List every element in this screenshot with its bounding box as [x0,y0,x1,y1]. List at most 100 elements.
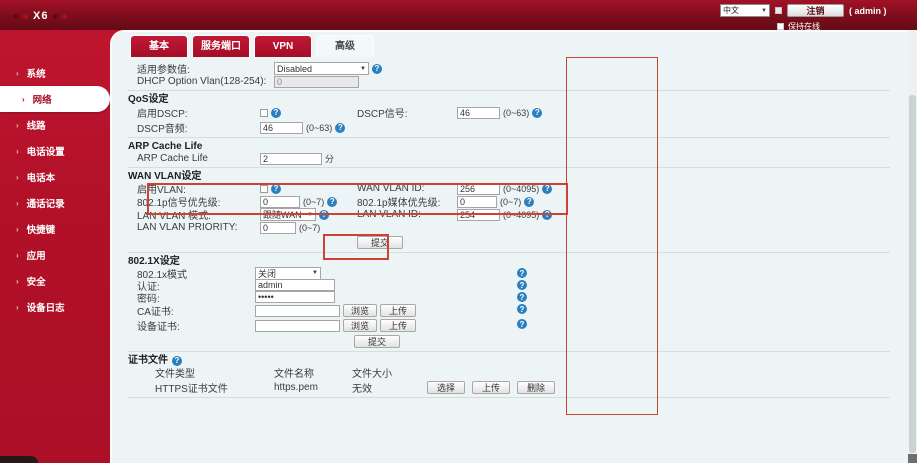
divider [128,137,890,138]
help-icon[interactable]: ? [271,183,281,194]
chevron-right-icon: › [16,68,19,78]
sidebar-item-function-key[interactable]: › 快捷键 [0,216,110,242]
enable-vlan-checkbox[interactable] [260,184,268,193]
help-icon[interactable]: ? [532,107,543,118]
sidebar-item-network[interactable]: › 网络 [0,86,110,112]
tab-advanced[interactable]: 高级 [316,35,374,57]
device-cert-input[interactable] [255,319,340,332]
wan-vlan-id-input[interactable]: 256 [457,182,500,195]
dot1x-submit-button[interactable]: 提交 [354,334,400,348]
topbar-controls: 中文 ▼ 注销 ( admin ) 保持在线 [720,4,905,32]
range-hint: (0~7) [303,196,325,207]
lan-vlan-mode-label: LAN VLAN 模式: [137,211,211,222]
vlan-submit-button[interactable]: 提交 [357,235,403,249]
dscp-audio-input[interactable]: 46 [260,121,303,134]
keep-online-checkbox[interactable] [777,23,784,30]
tab-vpn[interactable]: VPN [254,35,312,57]
sidebar-item-call-log[interactable]: › 通话记录 [0,190,110,216]
p-media-label: 802.1p媒体优先级: [357,198,441,209]
help-icon[interactable]: ? [319,209,329,220]
cert-file-name: https.pem [274,381,318,393]
p-media-input[interactable]: 0 [457,195,497,208]
password-input[interactable]: ••••• [255,291,335,303]
corner-shadow [0,456,38,463]
cert-delete-button[interactable]: 删除 [517,380,555,394]
help-icon[interactable]: ? [524,196,535,207]
lan-vlan-priority-input[interactable]: 0 [260,221,296,234]
device-cert-label: 设备证书: [137,322,180,333]
chevron-right-icon: › [16,250,19,260]
cert-table-header: 文件类型 文件名称 文件大小 [112,366,898,380]
help-icon[interactable]: ? [517,319,527,329]
range-hint: (0~63) [306,122,333,133]
help-icon[interactable]: ? [517,292,527,302]
ca-cert-label: CA证书: [137,307,174,318]
ca-upload-button[interactable]: 上传 [380,304,417,317]
chevron-down-icon: ▼ [312,270,318,276]
topbar-square-icon[interactable] [775,7,782,14]
sidebar-item-phone-settings[interactable]: › 电话设置 [0,138,110,164]
dhcp-option-input: 0 [274,75,359,88]
cert-file-size: 无效 [352,383,372,395]
scrollbar-corner [908,454,917,463]
sidebar-item-security[interactable]: › 安全 [0,268,110,294]
help-icon[interactable]: ? [271,107,281,118]
help-icon[interactable]: ? [517,268,527,278]
help-icon[interactable]: ? [542,183,553,194]
qos-section-title: QoS设定 [128,94,169,105]
enable-dscp-checkbox[interactable] [260,108,268,117]
dscp-audio-label: DSCP音频: [137,124,188,135]
chevron-down-icon: ▼ [307,211,313,218]
chevron-down-icon: ▼ [360,65,366,72]
page: X6 中文 ▼ 注销 ( admin ) 保持在线 › 系统 › 网络 › 线路… [0,0,917,463]
help-icon[interactable]: ? [327,196,338,207]
help-icon[interactable]: ? [372,63,382,74]
scrollbar-thumb[interactable] [909,95,916,453]
range-hint: (0~4095) [503,209,540,220]
logout-button[interactable]: 注销 [787,4,844,17]
tab-service-port[interactable]: 服务端口 [192,35,250,57]
ca-browse-button[interactable]: 浏览 [343,304,378,317]
param-label: 适用参数值: [137,65,190,76]
tab-basic[interactable]: 基本 [130,35,188,57]
sidebar-item-application[interactable]: › 应用 [0,242,110,268]
chevron-right-icon: › [16,302,19,312]
help-icon[interactable]: ? [542,209,553,220]
arp-label: ARP Cache Life [137,153,208,164]
chevron-down-icon: ▼ [761,7,767,14]
auth-input[interactable]: admin [255,279,335,291]
dscp-signal-input[interactable]: 46 [457,106,500,119]
logo-text: X6 [33,10,49,22]
ca-cert-input[interactable] [255,304,340,317]
device-cert-upload-button[interactable]: 上传 [380,319,417,332]
help-icon[interactable]: ? [517,304,527,314]
sidebar-item-line[interactable]: › 线路 [0,112,110,138]
arp-input[interactable]: 2 [260,152,322,165]
range-hint: (0~4095) [503,183,540,194]
p-signal-input[interactable]: 0 [260,195,300,208]
scrollbar [908,30,917,463]
language-select[interactable]: 中文 ▼ [720,4,770,17]
chevron-right-icon: › [16,224,19,234]
divider [128,351,890,352]
lan-vlan-mode-select[interactable]: 跟随WAN ▼ [260,208,316,221]
help-icon[interactable]: ? [335,122,346,133]
cert-upload-button[interactable]: 上传 [472,380,510,394]
lan-vlan-id-label: LAN VLAN ID: [357,209,421,220]
dot1x-mode-select[interactable]: 关闭 ▼ [255,266,321,280]
lan-vlan-id-input[interactable]: 254 [457,208,500,221]
sidebar-item-phonebook[interactable]: › 电话本 [0,164,110,190]
chevron-right-icon: › [16,276,19,286]
param-select[interactable]: Disabled ▼ [274,62,369,75]
tab-bar: 基本 服务端口 VPN 高级 [130,35,374,57]
range-hint: (0~7) [500,196,522,207]
device-cert-browse-button[interactable]: 浏览 [343,319,378,332]
content-panel: 基本 服务端口 VPN 高级 适用参数值: Disabled ▼ ? DHCP … [110,30,908,463]
cert-select-button[interactable]: 选择 [427,380,465,394]
keep-online-label: 保持在线 [788,22,820,31]
cert-col-size: 文件大小 [352,369,392,380]
help-icon[interactable]: ? [517,280,527,290]
sidebar-item-system[interactable]: › 系统 [0,60,110,86]
sidebar-item-device-log[interactable]: › 设备日志 [0,294,110,320]
cert-col-name: 文件名称 [274,369,314,380]
